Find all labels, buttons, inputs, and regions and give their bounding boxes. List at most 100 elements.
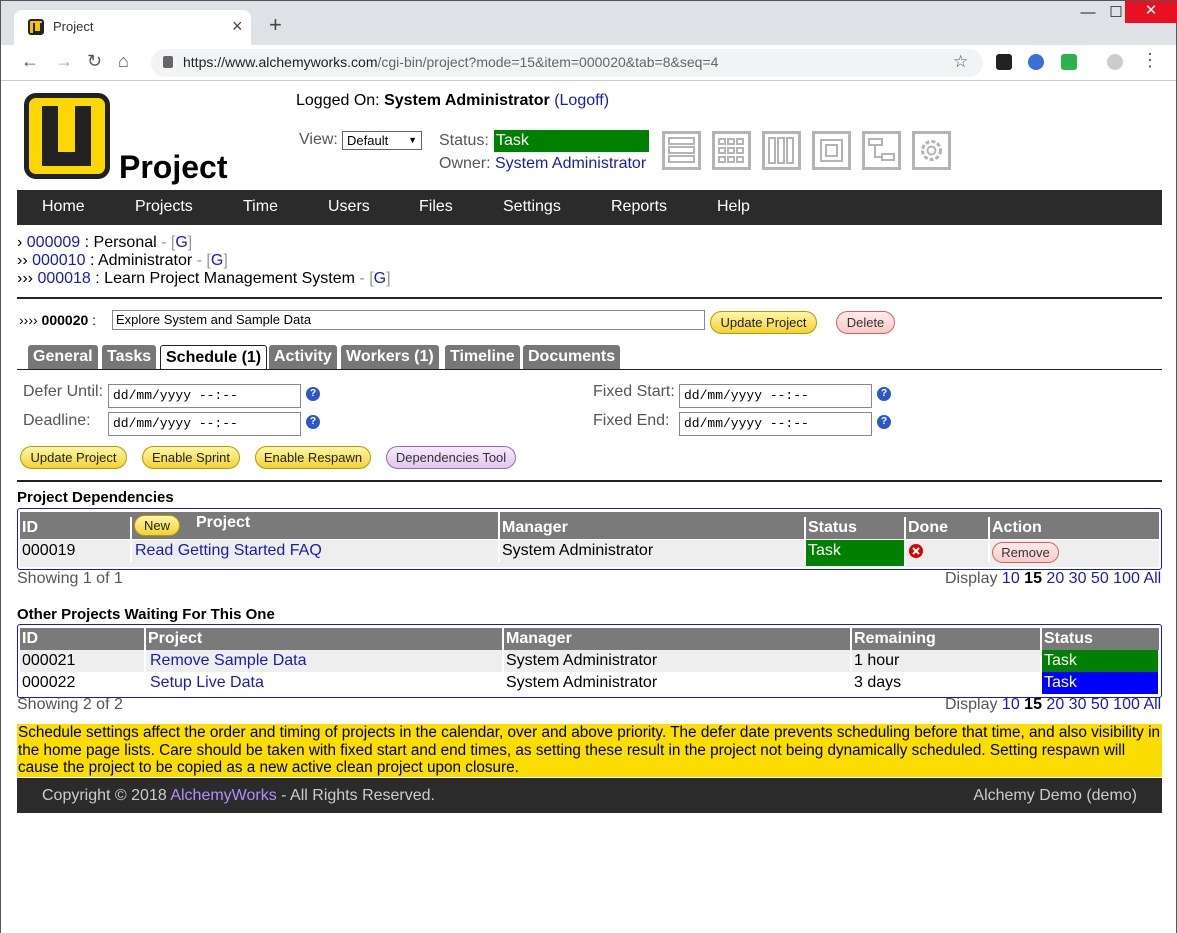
delete-button[interactable]: Delete: [836, 311, 895, 334]
bookmark-star-icon[interactable]: ☆: [953, 52, 968, 72]
table-row: 000021 Remove Sample Data System Adminis…: [20, 650, 1159, 672]
display-10-link[interactable]: 10: [1002, 696, 1020, 713]
display-50-link[interactable]: 50: [1091, 570, 1109, 587]
help-icon[interactable]: ?: [877, 387, 891, 401]
project-title-input[interactable]: Explore System and Sample Data: [112, 310, 705, 330]
defer-until-label: Defer Until:: [23, 383, 104, 400]
nav-time[interactable]: Time: [243, 198, 278, 216]
timeline-view-icon[interactable]: [862, 131, 901, 170]
breadcrumb-id-link[interactable]: 000009: [27, 234, 80, 251]
tab-workers[interactable]: Workers (1): [341, 345, 439, 369]
help-icon[interactable]: ?: [877, 415, 891, 429]
table-row: 000019 Read Getting Started FAQ System A…: [20, 540, 1159, 567]
tab-activity[interactable]: Activity: [269, 345, 337, 369]
grid-view-icon[interactable]: [712, 131, 751, 170]
page: Project Logged On: System Administrator …: [1, 81, 1176, 933]
owner-link[interactable]: System Administrator: [495, 155, 646, 173]
nav-settings[interactable]: Settings: [503, 198, 561, 216]
display-100-link[interactable]: 100: [1113, 696, 1140, 713]
address-bar[interactable]: https://www.alchemyworks.com/cgi-bin/pro…: [151, 49, 983, 77]
display-30-link[interactable]: 30: [1069, 570, 1087, 587]
globe-extension-icon[interactable]: [1028, 54, 1044, 70]
tab-general[interactable]: General: [28, 345, 98, 369]
breadcrumb-id-link[interactable]: 000010: [32, 252, 85, 269]
extension-icon[interactable]: [996, 54, 1012, 70]
tab-documents[interactable]: Documents: [523, 345, 621, 369]
dep-manager: System Administrator: [500, 540, 806, 562]
tab-strip: Project × + — ☐ ✕: [1, 1, 1177, 45]
update-project-button[interactable]: Update Project: [20, 446, 127, 469]
close-tab-icon[interactable]: ×: [232, 16, 243, 37]
enable-respawn-button[interactable]: Enable Respawn: [255, 446, 371, 469]
favicon-icon: [28, 19, 44, 35]
tab-title: Project: [53, 19, 94, 34]
nav-reports[interactable]: Reports: [611, 198, 667, 216]
tab-tasks[interactable]: Tasks: [102, 345, 157, 369]
deadline-input[interactable]: dd/mm/yyyy --:--: [108, 412, 301, 436]
display-pager: Display 10 15 20 30 50 100 All: [945, 570, 1162, 587]
profile-icon[interactable]: [1107, 54, 1123, 70]
nav-help[interactable]: Help: [717, 198, 750, 216]
display-10-link[interactable]: 10: [1002, 570, 1020, 587]
footer-right: Alchemy Demo (demo): [973, 787, 1137, 804]
menu-dots-icon[interactable]: ⋮: [1141, 50, 1159, 71]
logoff-link[interactable]: (Logoff): [554, 92, 609, 109]
dependencies-tool-button[interactable]: Dependencies Tool: [386, 446, 516, 469]
nav-files[interactable]: Files: [419, 198, 453, 216]
help-icon[interactable]: ?: [306, 387, 320, 401]
fixed-end-label: Fixed End:: [593, 412, 670, 429]
nav-users[interactable]: Users: [328, 198, 370, 216]
waiting-title: Other Projects Waiting For This One: [17, 606, 275, 623]
new-tab-icon[interactable]: +: [269, 12, 282, 38]
breadcrumb-name: Learn Project Management System: [104, 270, 355, 287]
waiting-project-link[interactable]: Remove Sample Data: [150, 652, 307, 669]
remove-dependency-button[interactable]: Remove: [992, 542, 1059, 563]
list-view-icon[interactable]: [662, 131, 701, 170]
nav-home[interactable]: Home: [42, 198, 85, 216]
fixed-start-input[interactable]: dd/mm/yyyy --:--: [679, 384, 872, 408]
dep-project-link[interactable]: Read Getting Started FAQ: [135, 542, 322, 559]
display-all-link[interactable]: All: [1143, 570, 1161, 587]
shield-extension-icon[interactable]: [1061, 54, 1077, 70]
display-100-link[interactable]: 100: [1113, 570, 1140, 587]
tab-schedule[interactable]: Schedule (1): [160, 345, 268, 370]
forward-icon[interactable]: →: [55, 51, 73, 72]
not-done-icon: [909, 544, 923, 558]
reload-icon[interactable]: ↻: [87, 51, 102, 72]
display-30-link[interactable]: 30: [1069, 696, 1087, 713]
display-20-link[interactable]: 20: [1046, 696, 1064, 713]
table-row: 000022 Setup Live Data System Administra…: [20, 672, 1159, 694]
view-select[interactable]: Default: [342, 131, 422, 150]
browser-tab[interactable]: Project ×: [14, 10, 251, 45]
settings-gear-icon[interactable]: [912, 131, 951, 170]
breadcrumb-id-link[interactable]: 000018: [37, 270, 90, 287]
minimize-icon[interactable]: —: [1073, 1, 1103, 29]
defer-until-input[interactable]: dd/mm/yyyy --:--: [108, 384, 301, 408]
breadcrumb-g-link[interactable]: G: [211, 252, 223, 269]
columns-view-icon[interactable]: [762, 131, 801, 170]
display-all-link[interactable]: All: [1143, 696, 1161, 713]
waiting-project-link[interactable]: Setup Live Data: [150, 674, 264, 691]
display-20-link[interactable]: 20: [1046, 570, 1064, 587]
table-header: ID Project Manager Remaining Status: [20, 628, 1159, 650]
display-50-link[interactable]: 50: [1091, 696, 1109, 713]
project-id: ›››› 000020 :: [19, 312, 97, 328]
dependencies-showing: Showing 1 of 1: [17, 570, 123, 587]
url-host: https://www.alchemyworks.com: [183, 54, 378, 70]
home-icon[interactable]: ⌂: [118, 51, 129, 72]
waiting-showing: Showing 2 of 2: [17, 696, 123, 713]
fixed-end-input[interactable]: dd/mm/yyyy --:--: [679, 412, 872, 436]
focus-view-icon[interactable]: [812, 131, 851, 170]
footer-brand-link[interactable]: AlchemyWorks: [170, 787, 276, 804]
new-dependency-button[interactable]: New: [134, 515, 180, 536]
tab-timeline[interactable]: Timeline: [445, 345, 520, 369]
breadcrumb-g-link[interactable]: G: [175, 234, 187, 251]
close-window-icon[interactable]: ✕: [1125, 1, 1177, 23]
enable-sprint-button[interactable]: Enable Sprint: [142, 446, 240, 469]
deadline-label: Deadline:: [23, 412, 91, 429]
back-icon[interactable]: ←: [21, 51, 39, 72]
update-project-top-button[interactable]: Update Project: [710, 311, 817, 334]
breadcrumb-g-link[interactable]: G: [374, 270, 386, 287]
nav-projects[interactable]: Projects: [135, 198, 193, 216]
help-icon[interactable]: ?: [306, 415, 320, 429]
